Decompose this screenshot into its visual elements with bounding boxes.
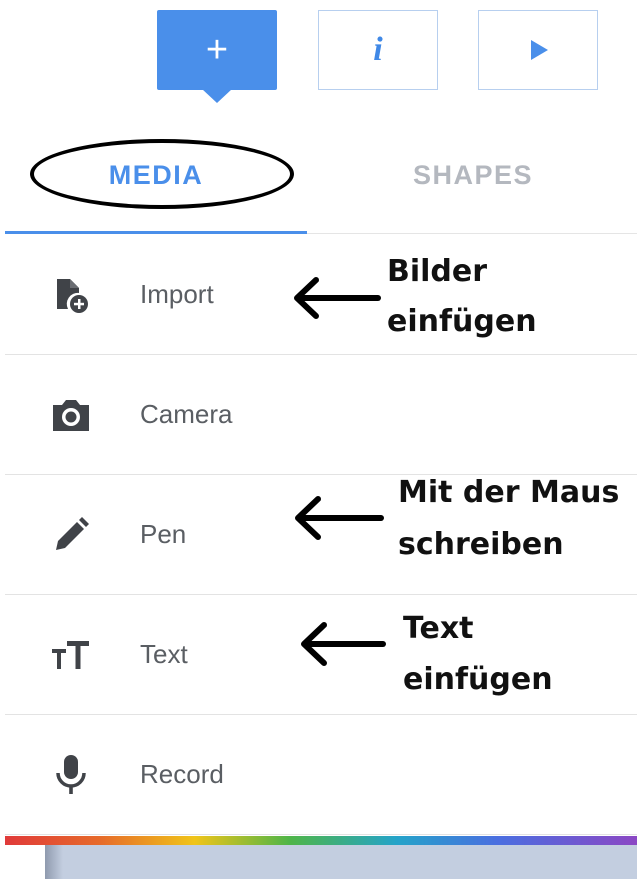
page: + i MEDIA SHAPES Import Camera Pen Text … xyxy=(0,0,637,879)
arrow-left-icon xyxy=(294,277,381,319)
annotation-import-line1: Bilder xyxy=(387,254,488,289)
annotation-text-line2: einfügen xyxy=(403,662,553,697)
arrow-left-icon xyxy=(301,622,386,666)
plus-icon: + xyxy=(205,29,229,71)
annotation-pen-line1: Mit der Maus xyxy=(398,475,620,510)
canvas-preview-edge xyxy=(45,845,63,879)
annotation-pen-line2: schreiben xyxy=(398,527,564,562)
canvas-preview xyxy=(45,845,637,879)
color-strip xyxy=(5,836,637,845)
annotation-pen: Mit der Maus schreiben xyxy=(398,474,619,564)
tab-divider xyxy=(307,233,637,234)
annotation-import-line2: einfügen xyxy=(387,304,537,339)
microphone-icon xyxy=(47,751,95,799)
camera-label: Camera xyxy=(140,399,233,429)
tab-shapes-label: SHAPES xyxy=(412,159,534,190)
list-item-camera[interactable]: Camera xyxy=(5,355,637,475)
arrow-left-icon xyxy=(295,496,384,540)
list-item-record[interactable]: Record xyxy=(5,715,637,835)
add-button[interactable]: + xyxy=(157,10,277,90)
info-button[interactable]: i xyxy=(318,10,438,90)
active-tab-indicator xyxy=(5,231,307,234)
annotation-import: Bilder einfügen xyxy=(387,253,537,341)
annotation-text: Text einfügen xyxy=(403,610,553,699)
info-icon: i xyxy=(373,31,383,68)
annotation-text-line1: Text xyxy=(403,611,474,646)
play-icon xyxy=(531,40,548,60)
media-highlight-ellipse xyxy=(30,139,294,209)
file-add-icon xyxy=(47,271,95,319)
text-size-icon xyxy=(47,631,95,679)
add-button-pointer xyxy=(202,89,232,103)
bottom-margin xyxy=(5,845,45,879)
record-label: Record xyxy=(140,759,224,789)
import-label: Import xyxy=(140,279,214,309)
pen-label: Pen xyxy=(140,519,187,549)
tab-shapes[interactable]: SHAPES xyxy=(322,150,624,200)
play-button[interactable] xyxy=(478,10,598,90)
camera-icon xyxy=(47,391,95,439)
text-label: Text xyxy=(140,639,188,669)
pen-icon xyxy=(47,511,95,559)
